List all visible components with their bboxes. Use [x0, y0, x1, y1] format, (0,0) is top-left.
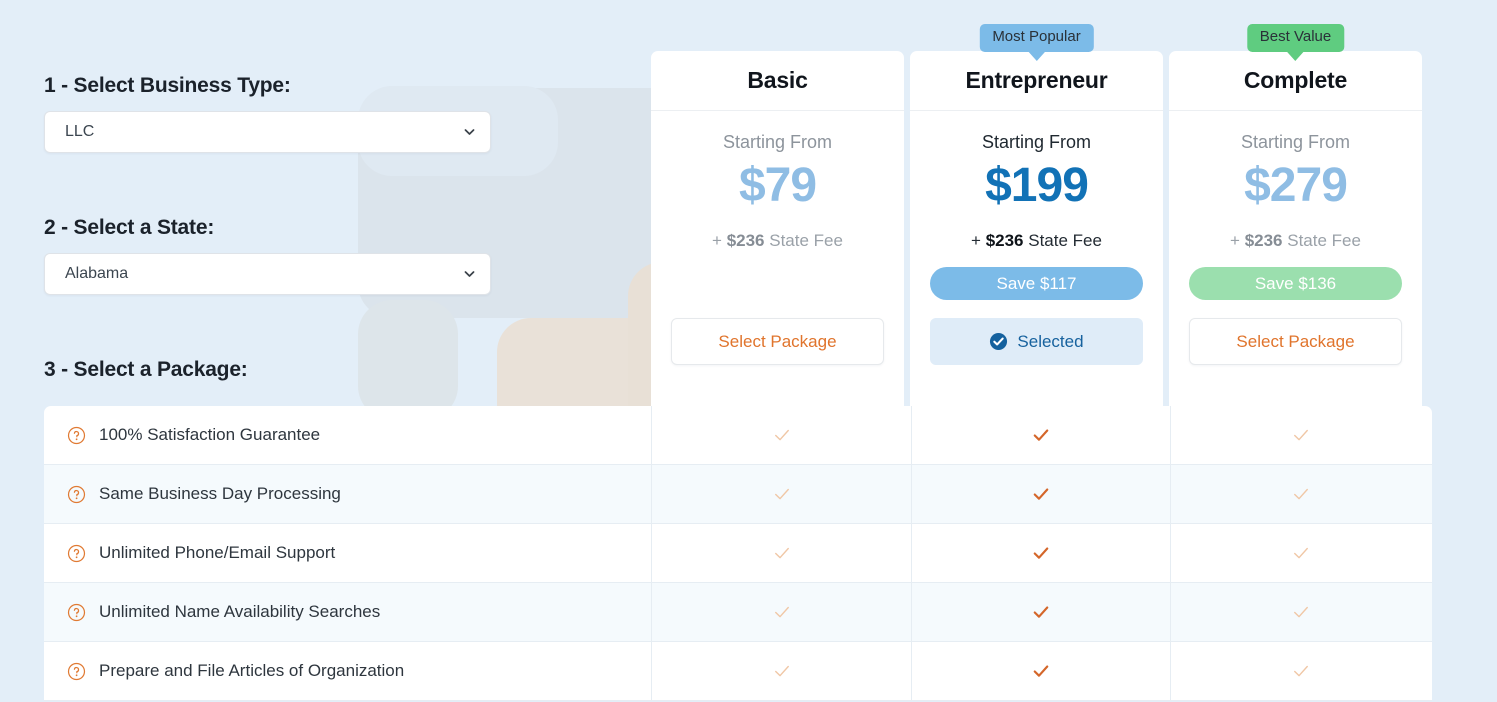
help-circle-icon[interactable] [67, 544, 86, 563]
business-type-select[interactable]: LLC [44, 111, 491, 153]
feature-name-cell: Unlimited Phone/Email Support [44, 524, 651, 582]
state-fee-amount: $236 [726, 231, 765, 250]
select-package-button-basic[interactable]: Select Package [671, 318, 884, 365]
feature-cell-complete [1170, 406, 1430, 464]
feature-cell-basic [651, 642, 911, 700]
feature-row: Same Business Day Processing [44, 465, 1432, 524]
plan-header: Basic [651, 51, 904, 111]
starting-from-label: Starting From [722, 132, 833, 152]
starting-from-label: Starting From [981, 132, 1092, 152]
feature-row: 100% Satisfaction Guarantee [44, 406, 1432, 465]
state-fee-line: + $236 State Fee [712, 231, 843, 251]
state-select[interactable]: Alabama [44, 253, 491, 295]
feature-cell-basic [651, 406, 911, 464]
plan-price: $79 [738, 159, 817, 212]
plan-title: Entrepreneur [965, 67, 1108, 93]
step-2-label: 2 - Select a State: [44, 216, 215, 239]
feature-cell-entrepreneur [911, 642, 1170, 700]
state-fee-prefix: + [1230, 231, 1240, 250]
plan-title: Complete [1243, 67, 1348, 93]
state-fee-prefix: + [971, 231, 981, 250]
state-value: Alabama [65, 265, 129, 282]
help-circle-icon[interactable] [67, 662, 86, 681]
save-badge: Save $117 [930, 267, 1143, 300]
feature-cell-basic [651, 465, 911, 523]
plan-price: $279 [1244, 159, 1348, 212]
state-fee-suffix: State Fee [1028, 231, 1102, 250]
feature-label: Unlimited Name Availability Searches [99, 602, 381, 621]
step-3-label: 3 - Select a Package: [44, 358, 248, 381]
plan-card-complete[interactable]: Best Value Complete Starting From $279 +… [1169, 24, 1422, 412]
selected-button-entrepreneur[interactable]: Selected [930, 318, 1143, 365]
feature-row: Unlimited Name Availability Searches [44, 583, 1432, 642]
feature-cell-entrepreneur [911, 583, 1170, 641]
state-fee-amount: $236 [1244, 231, 1283, 250]
feature-row: Prepare and File Articles of Organizatio… [44, 642, 1432, 701]
feature-cell-basic [651, 583, 911, 641]
feature-cell-entrepreneur [911, 465, 1170, 523]
feature-cell-entrepreneur [911, 406, 1170, 464]
state-fee-amount: $236 [985, 231, 1024, 250]
most-popular-badge: Most Popular [979, 24, 1094, 52]
plan-body: Starting From $79 + $236 State Fee Selec… [651, 111, 904, 412]
best-value-badge: Best Value [1246, 24, 1345, 52]
plan-body: Starting From $279 + $236 State Fee Save… [1169, 111, 1422, 412]
save-pill-placeholder [671, 267, 884, 300]
feature-label: Same Business Day Processing [99, 484, 341, 503]
feature-cell-complete [1170, 524, 1430, 582]
feature-cell-entrepreneur [911, 524, 1170, 582]
plan-body: Starting From $199 + $236 State Fee Save… [910, 111, 1163, 412]
feature-cell-complete [1170, 465, 1430, 523]
select-package-label: Select Package [718, 331, 837, 351]
business-type-select-wrap: LLC [44, 111, 491, 153]
plan-cards: Basic Starting From $79 + $236 State Fee… [651, 24, 1423, 412]
state-fee-suffix: State Fee [769, 231, 843, 250]
state-fee-line: + $236 State Fee [1230, 231, 1361, 251]
feature-row: Unlimited Phone/Email Support [44, 524, 1432, 583]
help-circle-icon[interactable] [67, 485, 86, 504]
feature-name-cell: Prepare and File Articles of Organizatio… [44, 642, 651, 700]
feature-comparison-table: 100% Satisfaction Guarantee Same Business… [44, 406, 1432, 701]
feature-name-cell: Unlimited Name Availability Searches [44, 583, 651, 641]
help-circle-icon[interactable] [67, 603, 86, 622]
state-select-wrap: Alabama [44, 253, 491, 295]
feature-label: 100% Satisfaction Guarantee [99, 425, 321, 444]
feature-cell-complete [1170, 642, 1430, 700]
business-type-value: LLC [65, 123, 95, 140]
feature-label: Unlimited Phone/Email Support [99, 543, 336, 562]
plan-title: Basic [747, 67, 808, 93]
feature-name-cell: 100% Satisfaction Guarantee [44, 406, 651, 464]
save-badge: Save $136 [1189, 267, 1402, 300]
feature-cell-complete [1170, 583, 1430, 641]
check-circle-icon [989, 332, 1008, 351]
starting-from-label: Starting From [1240, 132, 1351, 152]
state-fee-suffix: State Fee [1287, 231, 1361, 250]
plan-card-basic[interactable]: Basic Starting From $79 + $236 State Fee… [651, 51, 904, 412]
state-fee-prefix: + [712, 231, 722, 250]
help-circle-icon[interactable] [67, 426, 86, 445]
state-fee-line: + $236 State Fee [971, 231, 1102, 251]
feature-cell-basic [651, 524, 911, 582]
feature-label: Prepare and File Articles of Organizatio… [99, 661, 405, 680]
selected-label: Selected [1017, 331, 1084, 351]
select-package-label: Select Package [1236, 331, 1355, 351]
configurator-panel: 1 - Select Business Type: LLC 2 - Select… [44, 0, 504, 382]
feature-name-cell: Same Business Day Processing [44, 465, 651, 523]
select-package-button-complete[interactable]: Select Package [1189, 318, 1402, 365]
step-1-label: 1 - Select Business Type: [44, 74, 291, 97]
plan-card-entrepreneur[interactable]: Most Popular Entrepreneur Starting From … [910, 24, 1163, 412]
plan-price: $199 [985, 159, 1089, 212]
